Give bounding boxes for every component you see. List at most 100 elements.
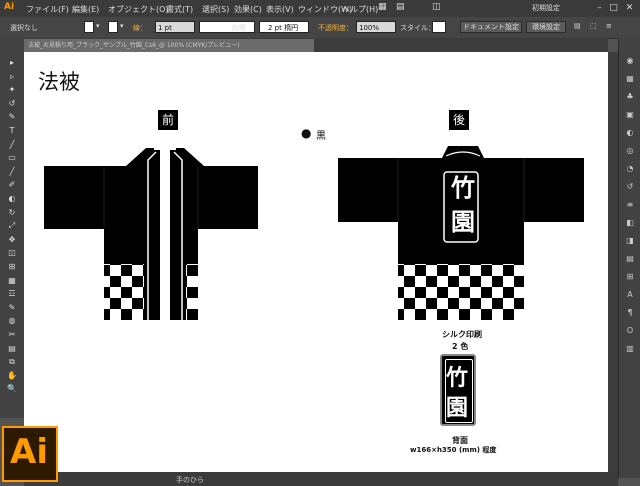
- maximize-icon[interactable]: □: [608, 3, 619, 13]
- free-transform-tool-icon[interactable]: ◫: [5, 248, 19, 257]
- magic-wand-tool-icon[interactable]: ✦: [5, 85, 19, 94]
- ai-app-badge: Ai: [2, 426, 58, 482]
- graphic-styles-panel-icon[interactable]: ◔: [623, 164, 637, 174]
- swatches-panel-icon[interactable]: ▣: [623, 110, 637, 120]
- menu-file[interactable]: ファイル(F): [26, 4, 69, 15]
- menu-object[interactable]: オブジェクト(O): [108, 4, 169, 15]
- spec-colors: 2 色: [452, 342, 469, 351]
- menu-edit[interactable]: 編集(E): [72, 4, 99, 15]
- status-bar: 手のひら: [24, 472, 618, 486]
- menu-help[interactable]: ヘルプ(H): [342, 4, 378, 15]
- artboard-tool-icon[interactable]: ⧉: [5, 357, 19, 366]
- hand-tool-icon[interactable]: ✋: [5, 371, 19, 380]
- align-panel-icon[interactable]: ⊞: [623, 272, 637, 282]
- selection-status: 選択なし: [10, 24, 38, 32]
- spec-print-bottom: 園: [446, 395, 469, 421]
- paintbrush-tool-icon[interactable]: ╱: [5, 167, 19, 176]
- menu-effect[interactable]: 効果(C): [234, 4, 262, 15]
- gradient-panel-icon[interactable]: ◧: [623, 218, 637, 228]
- eyedropper-tool-icon[interactable]: ✎: [5, 303, 19, 312]
- character-panel-icon[interactable]: A: [623, 290, 637, 300]
- stroke-weight-field[interactable]: 1 pt: [155, 21, 195, 33]
- spec-print-top: 竹: [446, 365, 469, 391]
- artboards-panel-icon[interactable]: ▤: [623, 254, 637, 264]
- color-dot: ●: [301, 126, 312, 140]
- bridge-icon[interactable]: ▦: [378, 2, 387, 12]
- vertical-scrollbar[interactable]: [608, 52, 618, 472]
- fill-swatch[interactable]: [84, 21, 94, 33]
- lasso-tool-icon[interactable]: ↺: [5, 99, 19, 108]
- blob-brush-tool-icon[interactable]: ◐: [5, 194, 19, 203]
- app-logo: Ai: [4, 2, 15, 12]
- opacity-label[interactable]: 不透明度：: [318, 23, 353, 33]
- perspective-grid-tool-icon[interactable]: ▦: [5, 276, 19, 285]
- mesh-tool-icon[interactable]: ☲: [5, 289, 19, 298]
- style-swatch[interactable]: [432, 21, 446, 33]
- stroke-style-label: 均等: [232, 24, 246, 32]
- control-bar: 選択なし ▾ ▾ 線： 1 pt 均等 2 pt 楕円 不透明度： 100% ス…: [0, 17, 640, 39]
- transparency-panel-icon[interactable]: ↺: [623, 182, 637, 192]
- back-print-top: 竹: [451, 173, 475, 202]
- arrange-icon[interactable]: ▤: [396, 2, 405, 12]
- menu-select[interactable]: 選択(S): [202, 4, 229, 15]
- direct-selection-tool-icon[interactable]: ▹: [5, 72, 19, 81]
- ai-badge-text: Ai: [10, 432, 48, 472]
- back-print-bottom: 園: [451, 207, 475, 236]
- preferences-button[interactable]: 環境設定: [526, 21, 566, 33]
- line-tool-icon[interactable]: ╱: [5, 140, 19, 149]
- brush-label: 2 pt 楕円: [268, 24, 299, 32]
- transform-panel-icon[interactable]: ▥: [623, 344, 637, 354]
- menu-bar: Ai ファイル(F) 編集(E) オブジェクト(O) 書式(T) 選択(S) 効…: [0, 0, 640, 17]
- control-menu-icon[interactable]: ≡: [606, 22, 612, 30]
- artboard-canvas[interactable]: 法被 前 後 ● 黒 竹 園 シルク印刷 2 色 竹 園 背面 w166×h35…: [24, 52, 608, 472]
- layers-panel-icon[interactable]: ◨: [623, 236, 637, 246]
- brushes-panel-icon[interactable]: ◐: [623, 128, 637, 138]
- document-settings-button[interactable]: ドキュメント設定: [460, 21, 522, 33]
- front-label: 前: [158, 110, 178, 130]
- artboard-title: 法被: [38, 70, 80, 94]
- align-icon[interactable]: ▤: [574, 22, 581, 30]
- pencil-tool-icon[interactable]: ✐: [5, 180, 19, 189]
- appearance-panel-icon[interactable]: ◎: [623, 146, 637, 156]
- workspace-switcher[interactable]: 初期設定: [532, 2, 560, 14]
- spec-size: w166×h350 (mm) 程度: [410, 446, 497, 454]
- toolbox: ▸ ▹ ✦ ↺ ✎ T ╱ ▭ ╱ ✐ ◐ ↻ ⤢ ✥ ◫ ⊞ ▦ ☲ ✎ ◍ ✂ ▤ ⧉ ✋ 🔍: [0, 38, 25, 418]
- close-icon[interactable]: ✕: [624, 3, 635, 13]
- pen-tool-icon[interactable]: ✎: [5, 112, 19, 121]
- color-name: 黒: [316, 131, 326, 142]
- width-tool-icon[interactable]: ✥: [5, 235, 19, 244]
- rectangle-tool-icon[interactable]: ▭: [5, 153, 19, 162]
- scissors-tool-icon[interactable]: ✂: [5, 330, 19, 339]
- transform-icon[interactable]: ⬚: [590, 22, 597, 30]
- shape-builder-tool-icon[interactable]: ⊞: [5, 262, 19, 271]
- stroke-profile-select[interactable]: [199, 21, 255, 33]
- menu-view[interactable]: 表示(V): [266, 4, 294, 15]
- stroke-swatch[interactable]: [108, 21, 118, 33]
- color-guide-panel-icon[interactable]: ▦: [623, 74, 637, 84]
- opacity-field[interactable]: 100%: [356, 21, 396, 33]
- fill-dropdown-icon[interactable]: ▾: [96, 22, 100, 30]
- selection-tool-icon[interactable]: ▸: [5, 58, 19, 67]
- stroke-dropdown-icon[interactable]: ▾: [120, 22, 124, 30]
- minimize-icon[interactable]: –: [594, 3, 605, 13]
- opentype-panel-icon[interactable]: O: [623, 326, 637, 336]
- zoom-tool-icon[interactable]: 🔍: [5, 384, 19, 393]
- spec-title: シルク印刷: [442, 330, 482, 339]
- stroke-panel-icon[interactable]: ≡: [623, 200, 637, 210]
- type-tool-icon[interactable]: T: [5, 126, 19, 135]
- scale-tool-icon[interactable]: ⤢: [5, 221, 19, 230]
- stroke-label[interactable]: 線：: [133, 23, 147, 33]
- menu-type[interactable]: 書式(T): [166, 4, 193, 15]
- symbols-panel-icon[interactable]: ♣: [623, 92, 637, 102]
- layout-icon[interactable]: ◫: [432, 2, 441, 12]
- blend-tool-icon[interactable]: ◍: [5, 316, 19, 325]
- rotate-tool-icon[interactable]: ↻: [5, 208, 19, 217]
- status-tool: 手のひら: [176, 476, 204, 484]
- spec-print-preview: 竹 園: [440, 354, 476, 426]
- right-panel-dock: ◉ ▦ ♣ ▣ ◐ ◎ ◔ ↺ ≡ ◧ ◨ ▤ ⊞ A ¶ O ▥: [618, 38, 640, 478]
- style-label: スタイル：: [400, 24, 435, 32]
- color-panel-icon[interactable]: ◉: [623, 56, 637, 66]
- document-tab[interactable]: 法被_お見積り用_ブラック_サンプル_竹園_Cs6_@ 100% (CMYK/プ…: [24, 39, 314, 52]
- graph-tool-icon[interactable]: ▤: [5, 344, 19, 353]
- paragraph-panel-icon[interactable]: ¶: [623, 308, 637, 318]
